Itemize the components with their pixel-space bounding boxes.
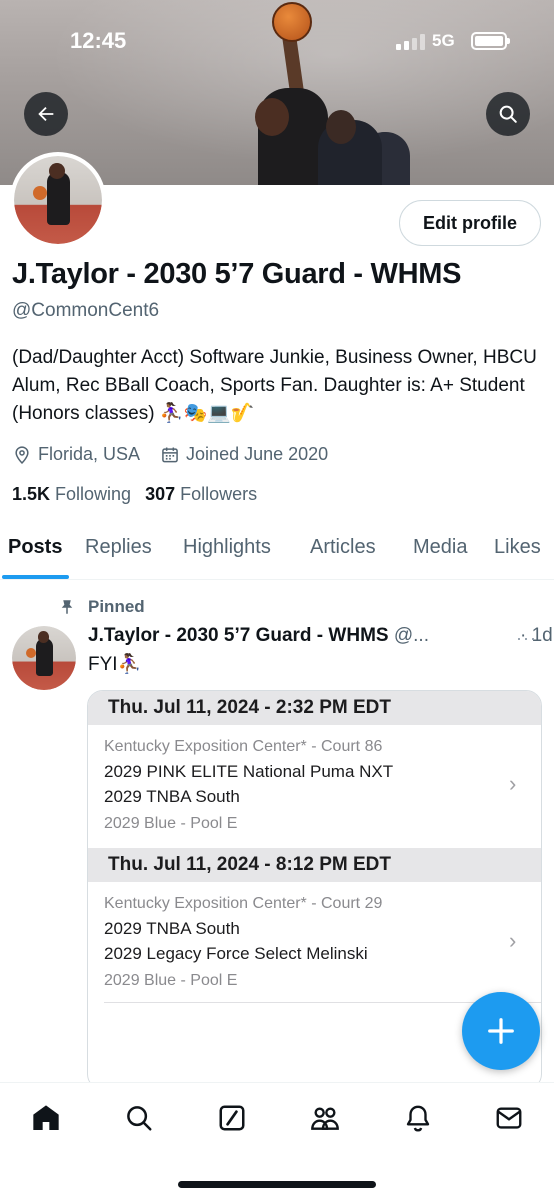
tab-media[interactable]: Media	[413, 536, 467, 559]
tab-highlights[interactable]: Highlights	[183, 536, 271, 559]
chevron-right-icon: ›	[509, 771, 517, 796]
followers-label: Followers	[180, 484, 258, 504]
home-indicator	[178, 1181, 376, 1188]
nav-notifications[interactable]	[401, 1101, 435, 1135]
post-handle[interactable]: @...	[394, 625, 429, 646]
avatar-image	[14, 156, 102, 244]
messages-icon	[496, 1107, 522, 1129]
avatar-figure	[47, 171, 71, 225]
post-author[interactable]: J.Taylor - 2030 5’7 Guard - WHMS	[88, 625, 389, 646]
location-icon	[15, 445, 29, 464]
post-header: J.Taylor - 2030 5’7 Guard - WHMS @... · …	[88, 625, 553, 651]
following-label: Following	[55, 484, 132, 504]
tab-likes[interactable]: Likes	[494, 536, 541, 559]
nav-communities[interactable]	[308, 1101, 342, 1135]
pinned-text: Pinned	[88, 597, 145, 616]
game-pool: 2029 Blue - Pool E	[104, 972, 238, 989]
tab-articles[interactable]: Articles	[310, 536, 376, 559]
banner-player-head	[255, 98, 289, 136]
game-pool: 2029 Blue - Pool E	[104, 815, 238, 832]
game-venue: Kentucky Exposition Center* - Court 86	[104, 738, 383, 755]
chevron-right-icon: ›	[509, 928, 517, 953]
post-text: FYI⛹🏾‍♀️	[88, 654, 142, 675]
pin-icon	[61, 600, 73, 614]
joined-text: Joined June 2020	[186, 444, 329, 464]
edit-profile-button[interactable]: Edit profile	[399, 200, 541, 246]
plus-icon	[488, 1018, 514, 1044]
game-team: 2029 TNBA South	[104, 787, 240, 806]
profile-avatar[interactable]	[10, 152, 106, 248]
avatar-image	[12, 626, 76, 690]
game-entry: Kentucky Exposition Center* - Court 29 2…	[104, 892, 524, 994]
search-icon	[127, 1106, 152, 1131]
game-date-header: Thu. Jul 11, 2024 - 8:12 PM EDT	[88, 848, 541, 882]
game-entry: Kentucky Exposition Center* - Court 86 2…	[104, 735, 524, 837]
following-link[interactable]: 1.5K Following	[12, 484, 131, 505]
game-team: 2029 TNBA South	[104, 919, 240, 938]
profile-tabs: Posts Replies Highlights Articles Media …	[0, 520, 554, 580]
profile-joined: Joined June 2020	[160, 444, 328, 465]
game-team: 2029 Legacy Force Select Melinski	[104, 944, 368, 963]
back-button[interactable]	[24, 92, 68, 136]
grok-icon	[219, 1105, 245, 1131]
signal-icon	[396, 34, 425, 50]
notifications-icon	[406, 1105, 430, 1132]
nav-grok[interactable]	[215, 1101, 249, 1135]
search-button[interactable]	[486, 92, 530, 136]
network-label: 5G	[432, 31, 455, 50]
profile-bio: (Dad/Daughter Acct) Software Junkie, Bus…	[12, 347, 537, 424]
post-avatar[interactable]	[12, 626, 76, 690]
status-bar: 12:45 5G	[0, 26, 554, 60]
battery-icon	[471, 32, 510, 50]
search-icon	[499, 105, 517, 123]
status-time: 12:45	[70, 28, 127, 53]
compose-button[interactable]	[462, 992, 540, 1070]
banner-player-head	[326, 110, 356, 144]
nav-explore[interactable]	[122, 1101, 156, 1135]
profile-meta: Florida, USA Joined June 2020	[12, 444, 348, 465]
avatar-figure-head	[37, 631, 50, 643]
follow-stats: 1.5K Following 307 Followers	[12, 484, 271, 505]
avatar-basketball	[26, 647, 37, 658]
more-options-icon[interactable]: ···	[516, 628, 537, 649]
avatar-figure-head	[49, 163, 66, 179]
followers-link[interactable]: 307 Followers	[145, 484, 257, 505]
game-date-header: Thu. Jul 11, 2024 - 2:32 PM EDT	[88, 691, 541, 725]
following-count: 1.5K	[12, 484, 51, 504]
avatar-figure	[36, 637, 53, 676]
avatar-basketball	[33, 185, 48, 200]
arrow-left-icon	[38, 106, 54, 122]
home-icon	[33, 1105, 59, 1130]
location-text: Florida, USA	[38, 444, 141, 464]
nav-messages[interactable]	[492, 1101, 526, 1135]
profile-handle: @CommonCent6	[12, 300, 160, 321]
profile-location: Florida, USA	[12, 444, 140, 465]
calendar-icon	[162, 447, 178, 462]
game-venue: Kentucky Exposition Center* - Court 29	[104, 895, 383, 912]
active-tab-indicator	[2, 575, 69, 579]
profile-name: J.Taylor - 2030 5’7 Guard - WHMS	[12, 258, 462, 290]
tab-posts[interactable]: Posts	[8, 536, 62, 559]
tab-replies[interactable]: Replies	[85, 536, 152, 559]
followers-count: 307	[145, 484, 176, 504]
nav-home[interactable]	[29, 1101, 63, 1135]
pinned-label: Pinned	[58, 597, 145, 617]
game-team: 2029 PINK ELITE National Puma NXT	[104, 762, 394, 781]
communities-icon	[311, 1107, 339, 1130]
